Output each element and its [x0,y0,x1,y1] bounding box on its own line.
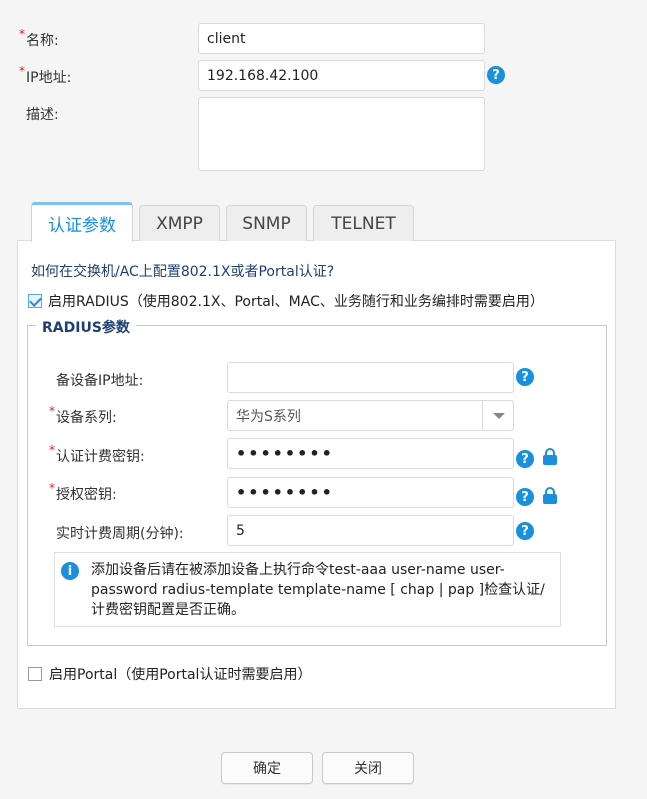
tab-xmpp[interactable]: XMPP [139,205,220,241]
help-icon[interactable]: ? [516,450,534,468]
portal-checkbox[interactable] [28,667,42,681]
lock-icon [543,448,557,466]
auth-key-input[interactable]: •••••••• [227,438,514,469]
radius-checkbox-label: 启用RADIUS（使用802.1X、Portal、MAC、业务随行和业务编排时需… [48,294,544,310]
tab-snmp[interactable]: SNMP [226,205,307,241]
radius-checkbox[interactable] [28,294,42,308]
ok-button[interactable]: 确定 [221,752,313,784]
help-icon[interactable]: ? [487,66,505,84]
portal-checkbox-label: 启用Portal（使用Portal认证时需要启用） [49,667,312,683]
ip-input[interactable]: 192.168.42.100 [198,60,485,91]
scrollbar-track [631,0,647,799]
config-help-link[interactable]: 如何在交换机/AC上配置802.1X或者Portal认证? [31,261,334,281]
description-label: 描述: [26,107,59,123]
backup-ip-input[interactable] [227,362,514,393]
required-mark: * [49,443,55,457]
required-mark: * [49,481,55,495]
authz-key-label: * 授权密钥: [49,481,117,503]
tab-auth-params[interactable]: 认证参数 [31,202,133,242]
info-text: 添加设备后请在被添加设备上执行命令test-aaa user-name user… [91,562,545,618]
device-series-label: * 设备系列: [49,404,117,426]
authz-key-input[interactable]: •••••••• [227,477,514,508]
required-mark: * [49,404,55,418]
accounting-period-input[interactable]: 5 [227,515,514,546]
help-icon[interactable]: ? [516,522,534,540]
help-icon[interactable]: ? [516,488,534,506]
description-textarea[interactable] [198,97,485,171]
close-button[interactable]: 关闭 [322,752,414,784]
device-series-select[interactable]: 华为S系列 [227,400,514,431]
info-icon: i [61,562,79,580]
ip-label: * IP地址: [19,64,72,86]
chevron-down-icon[interactable] [482,400,514,431]
tab-telnet[interactable]: TELNET [313,205,414,241]
accounting-period-label: 实时计费周期(分钟): [56,526,184,542]
required-mark: * [19,64,25,78]
required-mark: * [19,27,25,41]
name-label: * 名称: [19,27,59,49]
backup-ip-label: 备设备IP地址: [56,373,144,389]
radius-legend: RADIUS参数 [36,317,136,337]
help-icon[interactable]: ? [516,368,534,386]
name-input[interactable]: client [198,23,485,54]
lock-icon [543,487,557,505]
auth-key-label: * 认证计费密钥: [49,443,145,465]
